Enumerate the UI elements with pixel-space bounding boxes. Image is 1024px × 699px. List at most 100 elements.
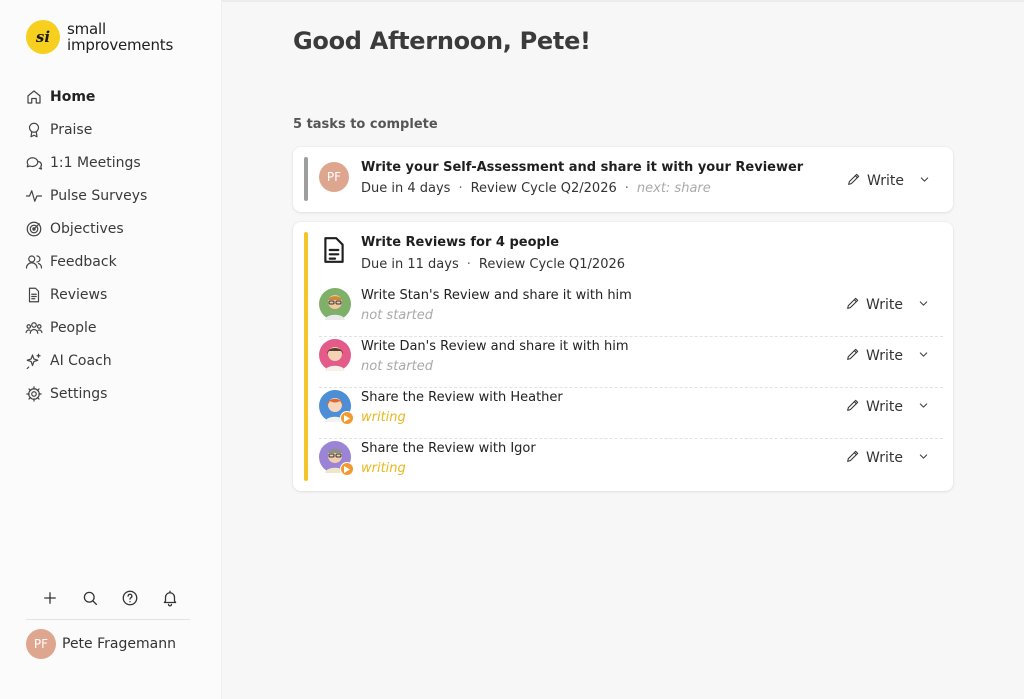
play-icon — [340, 462, 354, 476]
logo-text-line2: improvements — [67, 36, 174, 54]
task-next-step: next: share — [636, 181, 711, 196]
list-item[interactable]: Write Stan's Review and share it with hi… — [319, 286, 943, 337]
task-card-write-reviews: Write Reviews for 4 people Due in 11 day… — [293, 222, 953, 491]
sidebar-item-label: Feedback — [50, 253, 117, 270]
sidebar-item-label: AI Coach — [50, 352, 112, 369]
sidebar-item-label: Pulse Surveys — [50, 187, 148, 204]
list-item[interactable]: Write Dan's Review and share it with him… — [319, 337, 943, 388]
sidebar-item-label: 1:1 Meetings — [50, 154, 141, 171]
user-profile[interactable]: PF Pete Fragemann — [26, 629, 176, 659]
sidebar-item-pulse-surveys[interactable]: Pulse Surveys — [24, 179, 204, 212]
chevron-down-icon[interactable] — [917, 399, 930, 416]
chevron-down-icon[interactable] — [917, 297, 930, 314]
list-item-title: Write Dan's Review and share it with him — [361, 339, 629, 354]
pencil-icon — [845, 295, 861, 315]
chat-bubbles-icon — [24, 153, 44, 173]
task-due: Due in 11 days — [361, 257, 459, 272]
group-icon — [24, 318, 44, 338]
write-label: Write — [867, 173, 904, 189]
write-button[interactable]: Write — [845, 397, 930, 417]
sidebar-item-ai-coach[interactable]: AI Coach — [24, 344, 204, 377]
write-button[interactable]: Write — [845, 295, 930, 315]
avatar-igor — [319, 441, 354, 476]
pulse-icon — [24, 186, 44, 206]
sidebar-item-label: Home — [50, 88, 96, 105]
logo[interactable]: si small improvements — [26, 20, 173, 54]
document-icon — [24, 285, 44, 305]
list-item-title: Write Stan's Review and share it with hi… — [361, 288, 632, 303]
list-item[interactable]: Share the Review with Igor writing Write — [319, 439, 943, 490]
sidebar-item-home[interactable]: Home — [24, 80, 204, 113]
task-meta: Due in 4 days · Review Cycle Q2/2026 · next:… — [361, 181, 711, 196]
sidebar-nav: Home Praise 1:1 Meetings Pulse Surveys O… — [24, 80, 204, 410]
avatar: PF — [26, 629, 56, 659]
sidebar-item-label: Settings — [50, 385, 108, 402]
pencil-icon — [846, 171, 862, 191]
gear-icon — [24, 384, 44, 404]
sidebar-item-praise[interactable]: Praise — [24, 113, 204, 146]
logo-mark: si — [26, 20, 60, 54]
sidebar: si small improvements Home Praise 1:1 Me… — [0, 0, 222, 699]
task-cycle: Review Cycle Q1/2026 — [478, 257, 626, 272]
sidebar-item-objectives[interactable]: Objectives — [24, 212, 204, 245]
sidebar-divider — [26, 619, 190, 620]
people-icon — [24, 252, 44, 272]
pencil-icon — [845, 346, 861, 366]
pencil-icon — [845, 397, 861, 417]
write-label: Write — [866, 297, 903, 313]
task-status-bar — [304, 157, 308, 201]
document-icon — [321, 236, 347, 268]
write-button[interactable]: Write — [846, 171, 931, 191]
sidebar-item-meetings[interactable]: 1:1 Meetings — [24, 146, 204, 179]
write-label: Write — [866, 450, 903, 466]
task-title: Write Reviews for 4 people — [361, 235, 560, 250]
task-cycle: Review Cycle Q2/2026 — [470, 181, 617, 196]
chevron-down-icon[interactable] — [918, 173, 931, 190]
sidebar-item-label: Praise — [50, 121, 93, 138]
sidebar-item-label: Reviews — [50, 286, 108, 303]
write-label: Write — [866, 399, 903, 415]
status-badge: not started — [361, 359, 433, 374]
status-badge: not started — [361, 308, 433, 323]
sidebar-item-settings[interactable]: Settings — [24, 377, 204, 410]
chevron-down-icon[interactable] — [917, 450, 930, 467]
logo-text-line1: small — [67, 20, 106, 38]
status-badge: writing — [361, 461, 406, 476]
sparkle-icon — [24, 351, 44, 371]
task-due: Due in 4 days — [361, 181, 451, 196]
task-meta: Due in 11 days · Review Cycle Q1/2026 — [361, 257, 626, 272]
home-icon — [24, 87, 44, 107]
top-border — [222, 0, 1024, 2]
play-icon — [340, 411, 354, 425]
write-button[interactable]: Write — [845, 448, 930, 468]
search-icon[interactable] — [78, 586, 102, 610]
bell-icon[interactable] — [158, 586, 182, 610]
sidebar-toolbar — [30, 586, 190, 610]
help-icon[interactable] — [118, 586, 142, 610]
tasks-count: 5 tasks to complete — [293, 117, 438, 132]
sidebar-item-label: Objectives — [50, 220, 124, 237]
task-status-bar — [304, 232, 308, 481]
target-icon — [24, 219, 44, 239]
list-item-title: Share the Review with Igor — [361, 441, 536, 456]
logo-text: small improvements — [67, 21, 173, 53]
task-title: Write your Self-Assessment and share it … — [361, 160, 804, 175]
write-button[interactable]: Write — [845, 346, 930, 366]
sidebar-item-reviews[interactable]: Reviews — [24, 278, 204, 311]
sidebar-item-label: People — [50, 319, 97, 336]
avatar-dan — [319, 339, 351, 371]
avatar-stan — [319, 288, 351, 320]
list-item-title: Share the Review with Heather — [361, 390, 563, 405]
user-name: Pete Fragemann — [62, 636, 176, 652]
award-icon — [24, 120, 44, 140]
avatar: PF — [319, 162, 349, 192]
chevron-down-icon[interactable] — [917, 348, 930, 365]
plus-icon[interactable] — [38, 586, 62, 610]
task-card-self-assessment[interactable]: PF Write your Self-Assessment and share … — [293, 147, 953, 212]
write-label: Write — [866, 348, 903, 364]
list-item[interactable]: Share the Review with Heather writing Wr… — [319, 388, 943, 439]
sidebar-item-feedback[interactable]: Feedback — [24, 245, 204, 278]
sidebar-item-people[interactable]: People — [24, 311, 204, 344]
page-title: Good Afternoon, Pete! — [293, 27, 591, 55]
avatar-heather — [319, 390, 354, 425]
